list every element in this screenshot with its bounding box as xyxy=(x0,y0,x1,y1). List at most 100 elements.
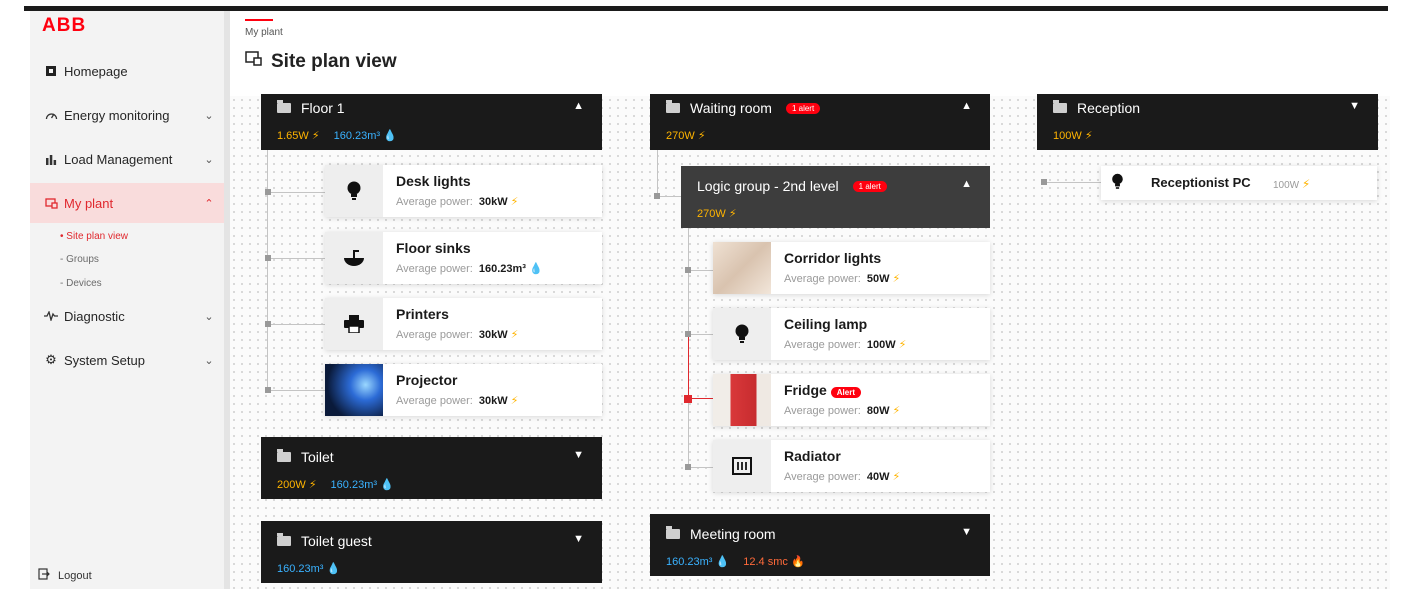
device-card-printers[interactable]: Printers Average power: 30kW ⚡ xyxy=(325,298,602,350)
group-toilet[interactable]: Toilet ▼ 200W ⚡ 160.23m³ 💧 xyxy=(261,437,602,499)
abb-logo[interactable]: ABB xyxy=(42,15,86,37)
device-card-receptionist-pc[interactable]: Receptionist PC 100W ⚡ xyxy=(1101,166,1377,200)
lightning-icon: ⚡ xyxy=(308,479,317,491)
chevron-down-icon[interactable]: ▼ xyxy=(1349,100,1360,112)
group-name: Reception xyxy=(1077,100,1141,116)
logout-button[interactable]: Logout xyxy=(38,568,92,583)
group-name: Logic group - 2nd level xyxy=(697,178,839,194)
sidebar-item-label: System Setup xyxy=(64,352,145,368)
device-meta: Average power: 30kW ⚡ xyxy=(396,196,519,208)
device-name: Ceiling lamp xyxy=(784,316,868,332)
tree-connector xyxy=(267,258,325,259)
device-name: Printers xyxy=(396,306,449,322)
chevron-up-icon[interactable]: ▲ xyxy=(961,178,972,190)
group-meeting-room[interactable]: Meeting room ▼ 160.23m³ 💧 12.4 smc 🔥 xyxy=(650,514,990,576)
group-name: Waiting room xyxy=(690,100,772,116)
logout-icon xyxy=(38,568,50,583)
connector-node xyxy=(685,331,691,337)
lightning-icon: ⚡ xyxy=(898,339,907,351)
device-card-ceiling-lamp[interactable]: Ceiling lamp Average power: 100W ⚡ xyxy=(713,308,990,360)
fridge-photo xyxy=(713,374,771,426)
chevron-down-icon[interactable]: ▼ xyxy=(573,449,584,461)
device-name: Projector xyxy=(396,372,458,388)
lightbulb-icon xyxy=(325,165,383,217)
chevron-up-icon[interactable]: ▲ xyxy=(573,100,584,112)
device-meta: Average power: 80W ⚡ xyxy=(784,405,901,417)
tree-connector xyxy=(657,196,681,197)
chevron-down-icon[interactable]: ▼ xyxy=(961,526,972,538)
subnav-site-plan-view[interactable]: • Site plan view xyxy=(60,231,128,242)
lightning-icon: ⚡ xyxy=(892,273,901,285)
device-card-floor-sinks[interactable]: Floor sinks Average power: 160.23m³ 💧 xyxy=(325,232,602,284)
device-card-projector[interactable]: Projector Average power: 30kW ⚡ xyxy=(325,364,602,416)
device-meta: Average power: 160.23m³ 💧 xyxy=(396,263,543,275)
group-power: 1.65W ⚡ xyxy=(277,130,320,142)
sidebar-item-energy-monitoring[interactable]: Energy monitoring ⌄ xyxy=(30,95,224,135)
device-value: 50W xyxy=(866,273,890,285)
subnav-devices[interactable]: - Devices xyxy=(60,278,102,289)
sidebar-item-label: Energy monitoring xyxy=(64,107,170,123)
connector-node xyxy=(265,387,271,393)
water-drop-icon: 💧 xyxy=(380,479,394,491)
tree-connector xyxy=(657,150,658,196)
logic-group-2nd-level[interactable]: Logic group - 2nd level 1 alert ▲ 270W ⚡ xyxy=(681,166,990,228)
alert-connector xyxy=(688,334,689,398)
folder-icon xyxy=(666,526,680,539)
connector-node xyxy=(654,193,660,199)
device-card-desk-lights[interactable]: Desk lights Average power: 30kW ⚡ xyxy=(325,165,602,217)
subnav-groups[interactable]: - Groups xyxy=(60,254,99,265)
folder-icon xyxy=(1053,100,1067,113)
group-floor-1[interactable]: Floor 1 ▲ 1.65W ⚡ 160.23m³ 💧 xyxy=(261,94,602,150)
water-drop-icon: 💧 xyxy=(529,263,543,275)
device-value: 40W xyxy=(866,471,890,483)
chevron-down-icon[interactable]: ⌄ xyxy=(194,310,224,323)
sidebar-item-system-setup[interactable]: ⚙ System Setup ⌄ xyxy=(30,340,224,380)
chevron-up-icon[interactable]: ⌃ xyxy=(194,197,224,210)
device-card-radiator[interactable]: Radiator Average power: 40W ⚡ xyxy=(713,440,990,492)
device-card-fridge[interactable]: Fridge Alert Average power: 80W ⚡ xyxy=(713,374,990,426)
tree-connector xyxy=(688,334,713,335)
group-water: 160.23m³ 💧 xyxy=(330,479,394,491)
corridor-lights-photo xyxy=(713,242,771,294)
plant-icon xyxy=(40,197,62,209)
device-value: 100W ⚡ xyxy=(1273,177,1311,191)
connector-node xyxy=(685,267,691,273)
device-value: 80W xyxy=(866,405,890,417)
sidebar-item-my-plant[interactable]: My plant ⌃ xyxy=(30,183,224,223)
device-name: Floor sinks xyxy=(396,240,471,256)
sidebar-item-load-management[interactable]: Load Management ⌄ xyxy=(30,139,224,179)
group-power: 100W ⚡ xyxy=(1053,130,1093,142)
folder-icon xyxy=(666,100,680,113)
folder-icon xyxy=(277,533,291,546)
tree-connector xyxy=(688,467,713,468)
chevron-down-icon[interactable]: ⌄ xyxy=(194,354,224,367)
lightning-icon: ⚡ xyxy=(311,130,320,142)
device-name: Desk lights xyxy=(396,173,471,189)
tree-connector xyxy=(1043,182,1101,183)
chevron-down-icon[interactable]: ⌄ xyxy=(194,109,224,122)
device-value: 100W xyxy=(866,339,896,351)
sidebar-item-diagnostic[interactable]: Diagnostic ⌄ xyxy=(30,296,224,336)
connector-node xyxy=(265,189,271,195)
water-drop-icon: 💧 xyxy=(715,556,730,568)
gear-icon: ⚙ xyxy=(45,352,57,367)
group-toilet-guest[interactable]: Toilet guest ▼ 160.23m³ 💧 xyxy=(261,521,602,583)
sidebar-item-homepage[interactable]: Homepage xyxy=(30,51,224,91)
group-reception[interactable]: Reception ▼ 100W ⚡ xyxy=(1037,94,1378,150)
sidebar-item-label: Homepage xyxy=(64,63,128,79)
device-meta: Average power: 30kW ⚡ xyxy=(396,395,519,407)
alert-badge: 1 alert xyxy=(785,102,821,114)
breadcrumb[interactable]: My plant xyxy=(245,27,283,38)
chevron-down-icon[interactable]: ▼ xyxy=(573,533,584,545)
device-name: Radiator xyxy=(784,448,841,464)
pulse-icon xyxy=(40,311,62,321)
chevron-down-icon[interactable]: ⌄ xyxy=(194,153,224,166)
device-card-corridor-lights[interactable]: Corridor lights Average power: 50W ⚡ xyxy=(713,242,990,294)
connector-node-alert xyxy=(684,395,692,403)
chevron-up-icon[interactable]: ▲ xyxy=(961,100,972,112)
group-water: 160.23m³ 💧 xyxy=(666,556,730,568)
group-power: 200W ⚡ xyxy=(277,479,317,491)
flame-icon: 🔥 xyxy=(790,556,805,568)
lightning-icon: ⚡ xyxy=(892,471,901,483)
group-waiting-room[interactable]: Waiting room 1 alert ▲ 270W ⚡ xyxy=(650,94,990,150)
